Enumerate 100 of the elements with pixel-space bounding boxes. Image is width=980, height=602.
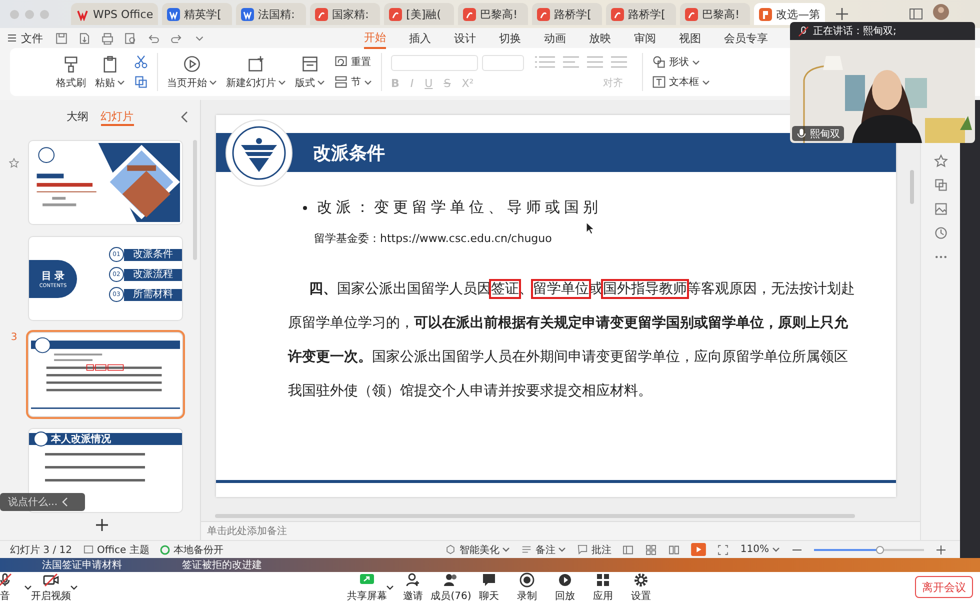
clipboard-icon	[101, 54, 119, 72]
toolbar-button[interactable]: 应用	[584, 572, 622, 602]
image-icon[interactable]	[934, 202, 948, 216]
ribbon-tab[interactable]: 动画	[544, 28, 566, 48]
zoom-in-icon[interactable]	[934, 544, 947, 556]
star-icon[interactable]	[934, 154, 948, 168]
desktop-file-label[interactable]: 签证被拒的改进建	[182, 558, 262, 572]
copy-icon[interactable]	[134, 75, 148, 89]
toolbar-button[interactable]: 成员(76)	[432, 572, 470, 602]
toolbar-button[interactable]: 音	[0, 572, 24, 602]
muted-camera-icon	[43, 572, 59, 588]
text-box-icon	[652, 75, 666, 89]
document-tab[interactable]: 改选—第	[754, 3, 826, 25]
toolbar-button[interactable]: 聊天	[470, 572, 508, 602]
toolbar-button[interactable]: 录制	[508, 572, 546, 602]
ribbon-tab[interactable]: 会员专享	[724, 28, 768, 48]
people-icon	[443, 572, 459, 588]
ribbon-tab[interactable]: 放映	[589, 28, 611, 48]
avatar-icon[interactable]	[933, 4, 950, 20]
document-tab[interactable]: 精英学[	[162, 3, 232, 25]
document-tab[interactable]: 巴黎高!	[458, 3, 528, 25]
caret-icon	[772, 546, 780, 553]
caret-icon	[702, 78, 710, 86]
fit-icon[interactable]	[717, 544, 730, 556]
speaker-status: 正在讲话：熙甸双;	[813, 24, 896, 38]
grid-view-icon[interactable]	[645, 544, 658, 556]
document-icon	[389, 8, 402, 20]
slide-title: 本人改派情况	[51, 432, 111, 446]
document-icon	[611, 8, 624, 20]
plus-icon[interactable]	[835, 7, 850, 21]
ribbon-button[interactable]: 版式	[295, 54, 325, 90]
collapse-icon[interactable]	[180, 111, 189, 123]
scrollbar[interactable]	[910, 170, 914, 204]
apps-icon	[595, 572, 611, 588]
document-tab[interactable]: [美]融(	[384, 3, 454, 25]
print-icon[interactable]	[101, 32, 114, 44]
document-tab[interactable]: 路桥学[	[532, 3, 602, 25]
caret-icon	[24, 584, 32, 590]
chat-input[interactable]: 说点什么...	[0, 493, 85, 511]
preview-icon[interactable]	[124, 32, 137, 44]
comment-icon	[577, 544, 588, 555]
document-icon	[537, 8, 550, 20]
caret-icon	[278, 79, 286, 86]
cursor-icon	[586, 222, 594, 234]
ribbon-button[interactable]: 节	[334, 75, 372, 89]
add-person-icon	[405, 572, 421, 588]
caret-icon	[209, 79, 217, 86]
comments-button[interactable]: 批注	[577, 542, 612, 556]
ribbon-tab[interactable]: 审阅	[634, 28, 656, 48]
contents-title: 目 录	[41, 270, 65, 283]
document-tab[interactable]: WPS Office	[71, 3, 158, 25]
ribbon-tab[interactable]: 插入	[409, 28, 431, 48]
history-icon[interactable]	[934, 226, 948, 240]
toolbar-button[interactable]: 共享屏幕	[348, 572, 386, 602]
toolbar-button[interactable]: 设置	[622, 572, 660, 602]
ribbon-tab[interactable]: 切换	[499, 28, 521, 48]
document-icon	[167, 8, 180, 20]
caret-icon	[317, 79, 325, 86]
leave-meeting-button[interactable]: 离开会议	[915, 576, 973, 598]
menu-icon[interactable]	[6, 32, 18, 44]
ribbon-tab[interactable]: 视图	[679, 28, 701, 48]
play-icon[interactable]	[691, 543, 706, 556]
export-icon[interactable]	[78, 32, 91, 44]
file-menu[interactable]: 文件	[21, 30, 43, 46]
ribbon-button[interactable]: 形状	[652, 55, 710, 69]
reading-view-icon[interactable]	[668, 544, 680, 556]
document-tab[interactable]: 巴黎高!	[680, 3, 750, 25]
notes-button[interactable]: 备注	[521, 542, 566, 556]
collapse-icon[interactable]	[62, 497, 69, 507]
ribbon-button[interactable]: 格式刷	[56, 54, 86, 90]
document-tab[interactable]: 路桥学[	[606, 3, 676, 25]
sidebar-icon[interactable]	[909, 7, 924, 21]
desktop-file-label[interactable]: 法国签证申请材料	[42, 558, 122, 572]
ribbon-button[interactable]: 新建幻灯片	[226, 54, 286, 90]
new-slide-icon	[247, 54, 265, 72]
caret-icon	[117, 79, 125, 86]
ribbon-button[interactable]: 重置	[334, 55, 372, 69]
panel-tab[interactable]: 大纲	[66, 109, 88, 126]
theme-button[interactable]: Office 主题	[83, 542, 150, 556]
beautify-button[interactable]: 智能美化	[445, 542, 510, 556]
ribbon-tab[interactable]: 设计	[454, 28, 476, 48]
toolbar-button[interactable]: 开启视频	[32, 572, 70, 602]
muted-microphone-icon	[0, 572, 13, 588]
slider-thumb[interactable]	[876, 546, 884, 554]
zoom-dropdown[interactable]: 110%	[740, 544, 780, 555]
cut-icon[interactable]	[134, 55, 148, 69]
ribbon-button[interactable]: 文本框	[652, 75, 710, 89]
normal-view-icon[interactable]	[622, 544, 634, 556]
document-tab[interactable]: 法国精:	[236, 3, 306, 25]
toolbar-button[interactable]: 邀请	[394, 572, 432, 602]
add-slide-icon[interactable]	[96, 519, 108, 531]
ribbon-button[interactable]: 当页开始	[167, 54, 217, 90]
save-icon[interactable]	[55, 32, 68, 44]
copy-icon[interactable]	[934, 178, 948, 192]
toolbar-button[interactable]: 回放	[546, 572, 584, 602]
slide-number: 3	[10, 332, 18, 343]
notes-field[interactable]: 单击此处添加备注	[201, 521, 920, 540]
ribbon-button[interactable]: 粘贴	[95, 54, 125, 90]
backup-status[interactable]: 本地备份开	[160, 542, 224, 556]
document-tab[interactable]: 国家精:	[310, 3, 380, 25]
